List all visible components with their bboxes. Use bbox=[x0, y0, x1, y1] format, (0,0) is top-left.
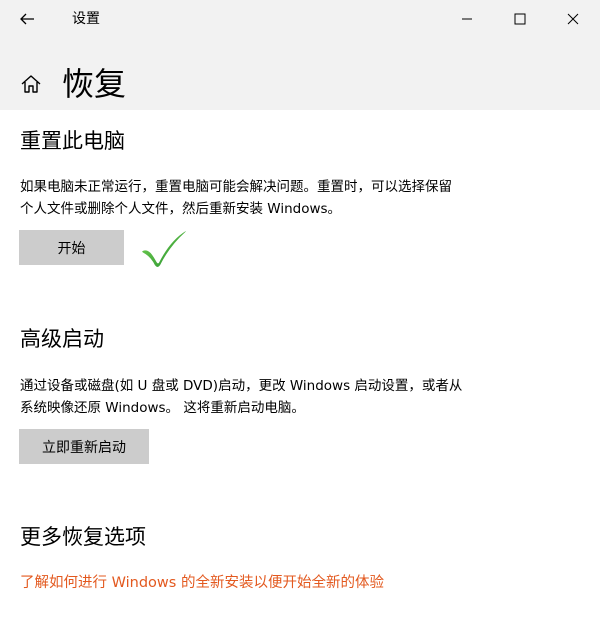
checkmark-icon bbox=[139, 228, 189, 270]
advanced-startup-description: 通过设备或磁盘(如 U 盘或 DVD)启动，更改 Windows 启动设置，或者… bbox=[20, 375, 580, 419]
reset-pc-description: 如果电脑未正常运行，重置电脑可能会解决问题。重置时，可以选择保留 个人文件或删除… bbox=[20, 176, 580, 220]
close-icon bbox=[567, 13, 579, 25]
minimize-button[interactable] bbox=[443, 0, 491, 38]
back-arrow-icon bbox=[20, 13, 34, 25]
page-title: 恢复 bbox=[62, 65, 127, 103]
maximize-button[interactable] bbox=[496, 0, 544, 38]
reset-pc-heading: 重置此电脑 bbox=[20, 129, 125, 153]
advanced-startup-description-line: 通过设备或磁盘(如 U 盘或 DVD)启动，更改 Windows 启动设置，或者… bbox=[20, 378, 463, 394]
reset-pc-description-line: 如果电脑未正常运行，重置电脑可能会解决问题。重置时，可以选择保留 bbox=[20, 179, 452, 195]
close-button[interactable] bbox=[549, 0, 597, 38]
app-title: 设置 bbox=[72, 11, 100, 27]
advanced-startup-heading: 高级启动 bbox=[20, 327, 104, 351]
home-icon[interactable] bbox=[20, 73, 42, 95]
reset-pc-description-line: 个人文件或删除个人文件，然后重新安装 Windows。 bbox=[20, 201, 342, 217]
clean-install-link[interactable]: 了解如何进行 Windows 的全新安装以便开始全新的体验 bbox=[20, 572, 384, 594]
maximize-icon bbox=[514, 13, 526, 25]
restart-now-button[interactable]: 立即重新启动 bbox=[19, 429, 149, 464]
back-button[interactable] bbox=[14, 6, 40, 32]
advanced-startup-description-line: 系统映像还原 Windows。 这将重新启动电脑。 bbox=[20, 400, 305, 416]
minimize-icon bbox=[462, 18, 472, 20]
more-options-heading: 更多恢复选项 bbox=[20, 525, 146, 549]
reset-start-button[interactable]: 开始 bbox=[19, 230, 124, 265]
